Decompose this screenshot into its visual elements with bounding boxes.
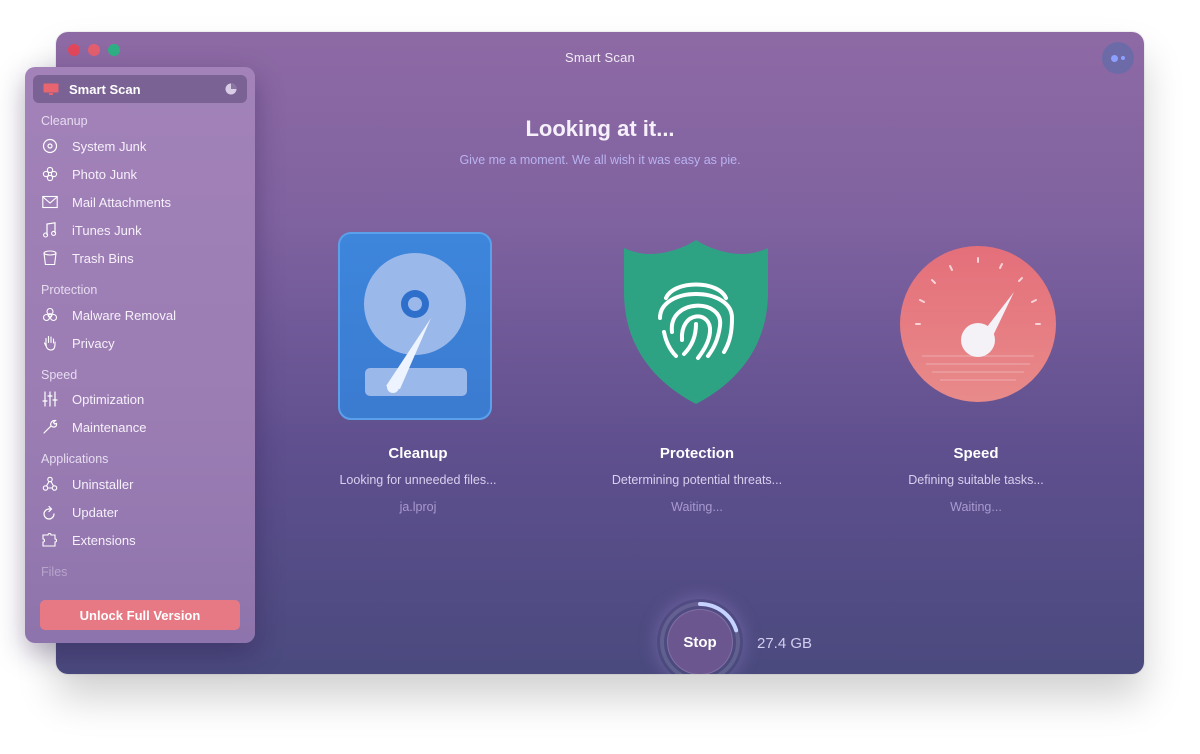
assistant-dot-icon	[1111, 54, 1118, 62]
sidebar-item-label: Optimization	[72, 391, 145, 407]
music-note-icon	[41, 222, 59, 238]
trash-icon	[41, 250, 59, 266]
module-title: Speed	[953, 445, 999, 462]
pie-progress-icon	[225, 83, 237, 95]
module-status: Determining potential threats...	[611, 473, 783, 487]
sidebar-item-label: Malware Removal	[72, 307, 177, 323]
sidebar-item-label: Uninstaller	[72, 476, 134, 492]
window-title: Smart Scan	[565, 50, 635, 65]
assistant-button[interactable]	[1102, 42, 1134, 74]
module-status: Looking for unneeded files...	[339, 473, 497, 487]
section-heading-cleanup: Cleanup	[41, 114, 88, 128]
sidebar-item-label: Smart Scan	[69, 81, 141, 97]
section-heading-protection: Protection	[41, 283, 98, 297]
sidebar-item-system-junk[interactable]: System Junk	[41, 135, 241, 157]
module-title: Cleanup	[388, 445, 448, 462]
sidebar-item-label: Privacy	[72, 335, 115, 351]
sidebar-item-extensions[interactable]: Extensions	[41, 529, 241, 551]
scanned-size: 27.4 GB	[757, 635, 813, 652]
sliders-icon	[41, 391, 59, 407]
puzzle-icon	[41, 532, 59, 548]
sidebar-item-label: Mail Attachments	[72, 194, 171, 210]
sidebar-item-label: System Junk	[72, 138, 147, 154]
hand-icon	[41, 335, 59, 351]
stop-button[interactable]: Stop	[667, 609, 733, 674]
monitor-icon	[43, 83, 59, 95]
sidebar-item-updater[interactable]: Updater	[41, 501, 241, 523]
sidebar-item-uninstaller[interactable]: Uninstaller	[41, 473, 241, 495]
unlock-full-version-button[interactable]: Unlock Full Version	[40, 600, 240, 630]
sidebar-item-maintenance[interactable]: Maintenance	[41, 416, 241, 438]
sidebar-item-trash-bins[interactable]: Trash Bins	[41, 247, 241, 269]
sidebar-item-privacy[interactable]: Privacy	[41, 332, 241, 354]
shield-fingerprint-icon	[624, 240, 768, 404]
sidebar-item-label: Trash Bins	[72, 250, 134, 266]
sidebar-item-photo-junk[interactable]: Photo Junk	[41, 163, 241, 185]
section-heading-speed: Speed	[41, 368, 78, 382]
speedometer-icon	[900, 246, 1056, 402]
stop-control: Stop	[657, 599, 743, 674]
module-detail: Waiting...	[950, 500, 1002, 514]
section-heading-applications: Applications	[41, 452, 109, 466]
sidebar-item-optimization[interactable]: Optimization	[41, 388, 241, 410]
module-status: Defining suitable tasks...	[908, 473, 1044, 487]
hard-drive-icon	[338, 232, 492, 420]
sidebar-item-itunes-junk[interactable]: iTunes Junk	[41, 219, 241, 241]
sidebar-item-label: Updater	[72, 504, 119, 520]
module-title: Protection	[659, 445, 735, 462]
sidebar-item-label: Maintenance	[72, 419, 147, 435]
sidebar-item-smart-scan[interactable]: Smart Scan	[33, 75, 247, 103]
update-arrow-icon	[41, 504, 59, 520]
sidebar-item-mail-attachments[interactable]: Mail Attachments	[41, 191, 241, 213]
uninstaller-icon	[41, 476, 59, 492]
flower-icon	[41, 166, 59, 182]
assistant-dot-small-icon	[1121, 56, 1125, 60]
sidebar-item-label: Photo Junk	[72, 166, 138, 182]
envelope-icon	[41, 194, 59, 210]
section-heading-files: Files	[41, 565, 68, 579]
module-detail: Waiting...	[671, 500, 723, 514]
disk-icon	[41, 138, 59, 154]
module-detail: ja.lproj	[399, 500, 437, 514]
sidebar-item-malware-removal[interactable]: Malware Removal	[41, 304, 241, 326]
sidebar-item-label: Extensions	[72, 532, 136, 548]
sidebar: Smart Scan Cleanup System Junk Photo Jun…	[25, 67, 255, 643]
biohazard-icon	[41, 307, 59, 323]
wrench-icon	[41, 419, 59, 435]
sidebar-item-label: iTunes Junk	[72, 222, 142, 238]
